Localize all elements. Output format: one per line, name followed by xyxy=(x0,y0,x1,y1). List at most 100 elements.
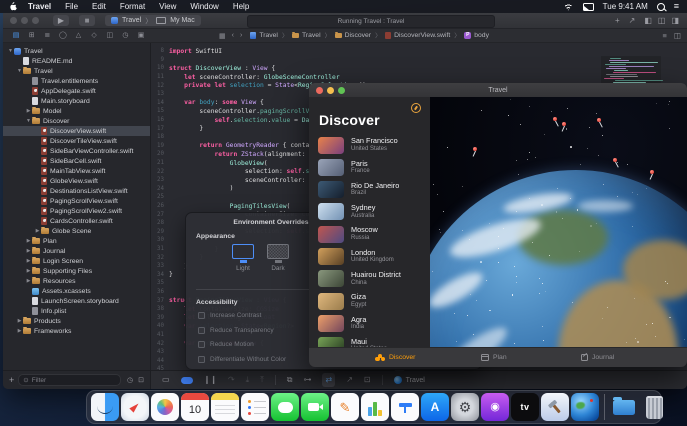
file-row-journal[interactable]: ▶Journal xyxy=(3,246,151,256)
file-row-pagingscrollview-swift[interactable]: PagingScrollView.swift xyxy=(3,196,151,206)
menu-item-format[interactable]: Format xyxy=(113,0,152,13)
breadcrumb-body[interactable]: Pbody xyxy=(464,32,489,39)
disclosure-triangle-icon[interactable]: ▼ xyxy=(25,118,32,124)
destination-row-paris[interactable]: ParisFrance xyxy=(309,156,430,178)
tab-journal[interactable]: Journal xyxy=(581,354,614,361)
source-control-navigator-icon[interactable]: ⊞ xyxy=(26,29,38,42)
destination-pin[interactable] xyxy=(553,117,557,121)
file-row-destinationslistview-swift[interactable]: DestinationsListView.swift xyxy=(3,186,151,196)
environment-overrides-icon[interactable]: ⇄ xyxy=(322,373,335,387)
file-row-model[interactable]: ▶Model xyxy=(3,106,151,116)
debug-navigator-icon[interactable]: ◫ xyxy=(104,29,116,42)
disclosure-triangle-icon[interactable]: ▶ xyxy=(25,268,32,274)
destination-pin[interactable] xyxy=(613,158,617,162)
file-row-appdelegate-swift[interactable]: AppDelegate.swift xyxy=(3,86,151,96)
code-line-8[interactable]: 8import SwiftUI xyxy=(151,47,687,56)
code-line-10[interactable]: 10struct DiscoverView : View { xyxy=(151,64,687,73)
dock-icon-photos[interactable] xyxy=(151,393,179,421)
stop-button[interactable]: ■ xyxy=(79,15,95,26)
close-button[interactable] xyxy=(10,17,17,24)
travel-titlebar[interactable]: Travel xyxy=(309,83,687,98)
menu-item-edit[interactable]: Edit xyxy=(85,0,113,13)
breadcrumb-travel[interactable]: Travel xyxy=(292,32,321,39)
dock-icon-keynote[interactable] xyxy=(391,393,419,421)
dock-icon-finder[interactable] xyxy=(91,393,119,421)
menu-item-help[interactable]: Help xyxy=(226,0,256,13)
library-button[interactable]: + xyxy=(615,16,620,25)
filter-input[interactable]: ⊙ Filter xyxy=(18,374,121,386)
checkbox-reduce-motion[interactable]: Reduce Motion xyxy=(198,341,254,348)
destination-row-london[interactable]: LondonUnited Kingdom xyxy=(309,246,430,268)
find-navigator-icon[interactable]: ◯ xyxy=(57,29,69,42)
dock-icon-system-preferences[interactable]: ⚙ xyxy=(451,393,479,421)
file-row-globeview-swift[interactable]: GlobeView.swift xyxy=(3,176,151,186)
destination-row-sydney[interactable]: SydneyAustralia xyxy=(309,201,430,223)
dock-icon-podcasts[interactable]: ◉ xyxy=(481,393,509,421)
file-row-maintabview-swift[interactable]: MainTabView.swift xyxy=(3,166,151,176)
destination-row-giza[interactable]: GizaEgypt xyxy=(309,290,430,312)
zoom-button[interactable] xyxy=(338,87,345,94)
disclosure-triangle-icon[interactable]: ▼ xyxy=(7,48,14,54)
step-over-icon[interactable]: ↷ xyxy=(228,373,235,387)
breakpoint-navigator-icon[interactable]: ◷ xyxy=(119,29,131,42)
file-row-products[interactable]: ▶Products xyxy=(3,316,151,326)
minimize-button[interactable] xyxy=(21,17,28,24)
close-button[interactable] xyxy=(316,87,323,94)
destination-pin[interactable] xyxy=(597,118,601,122)
apple-menu-icon[interactable] xyxy=(9,2,17,11)
disclosure-triangle-icon[interactable]: ▼ xyxy=(16,68,23,74)
appearance-option-light[interactable]: Light xyxy=(223,244,263,272)
issue-navigator-icon[interactable]: △ xyxy=(73,29,85,42)
file-row-readme-md[interactable]: README.md xyxy=(3,56,151,66)
dock-icon-calendar[interactable]: 10 xyxy=(181,393,209,421)
adjust-editor-options-icon[interactable]: ≡ xyxy=(663,31,667,40)
dock-icon-tv[interactable]: tv xyxy=(511,393,539,421)
earth-globe[interactable] xyxy=(430,170,687,348)
disclosure-triangle-icon[interactable]: ▶ xyxy=(25,248,32,254)
code-line-11[interactable]: 11 let sceneController: GlobeSceneContro… xyxy=(151,73,687,82)
back-button[interactable]: ‹ xyxy=(232,32,234,39)
file-row-globe-scene[interactable]: ▶Globe Scene xyxy=(3,226,151,236)
checkbox-differentiate-without-color[interactable]: Differentiate Without Color xyxy=(198,356,286,363)
dock-icon-travel[interactable] xyxy=(571,393,599,421)
compass-icon[interactable] xyxy=(411,103,421,113)
dock-icon-safari[interactable] xyxy=(121,393,149,421)
menu-item-travel[interactable]: Travel xyxy=(21,0,58,13)
file-row-pagingscrollview2-swift[interactable]: PagingScrollView2.swift xyxy=(3,206,151,216)
destination-row-huairou-district[interactable]: Huairou DistrictChina xyxy=(309,268,430,290)
add-file-button[interactable]: + xyxy=(9,375,14,385)
destination-row-san-francisco[interactable]: San FranciscoUnited States xyxy=(309,134,430,156)
code-review-button[interactable]: ↗ xyxy=(629,16,636,25)
project-navigator-icon[interactable]: ▤ xyxy=(10,29,22,42)
appearance-option-dark[interactable]: Dark xyxy=(258,244,298,272)
file-row-sidebarcell-swift[interactable]: SideBarCell.swift xyxy=(3,156,151,166)
step-out-icon[interactable]: ⤒ xyxy=(260,373,264,387)
source-control-status-icon[interactable]: ⊡ xyxy=(138,376,144,384)
disclosure-triangle-icon[interactable]: ▶ xyxy=(25,258,32,264)
file-row-discovertileview-swift[interactable]: DiscoverTileView.swift xyxy=(3,136,151,146)
disclosure-triangle-icon[interactable]: ▶ xyxy=(16,328,23,334)
file-row-main-storyboard[interactable]: Main.storyboard xyxy=(3,96,151,106)
dock-icon-notes[interactable] xyxy=(211,393,239,421)
file-row-supporting-files[interactable]: ▶Supporting Files xyxy=(3,266,151,276)
dock-icon-app-store[interactable]: A xyxy=(421,393,449,421)
minimize-button[interactable] xyxy=(327,87,334,94)
zoom-button[interactable] xyxy=(32,17,39,24)
recent-files-icon[interactable]: ◷ xyxy=(127,376,133,384)
toggle-inspector-button[interactable]: ◨ xyxy=(671,16,679,25)
file-row-travel-entitlements[interactable]: Travel.entitlements xyxy=(3,76,151,86)
dock-icon-reminders[interactable] xyxy=(241,393,269,421)
destination-row-maui[interactable]: MauiUnited States xyxy=(309,335,430,348)
file-row-discoverview-swift[interactable]: DiscoverView.swift xyxy=(3,126,151,136)
simulate-location-icon[interactable]: ↗ xyxy=(346,373,353,387)
add-editor-button[interactable]: ◫ xyxy=(674,31,681,40)
disclosure-triangle-icon[interactable]: ▶ xyxy=(16,318,23,324)
menu-item-window[interactable]: Window xyxy=(183,0,225,13)
report-navigator-icon[interactable]: ▣ xyxy=(135,29,147,42)
file-row-resources[interactable]: ▶Resources xyxy=(3,276,151,286)
file-row-plan[interactable]: ▶Plan xyxy=(3,236,151,246)
step-into-icon[interactable]: ⤓ xyxy=(246,373,250,387)
menu-item-file[interactable]: File xyxy=(58,0,85,13)
globe-view[interactable] xyxy=(430,97,687,348)
disclosure-triangle-icon[interactable]: ▶ xyxy=(34,228,41,234)
